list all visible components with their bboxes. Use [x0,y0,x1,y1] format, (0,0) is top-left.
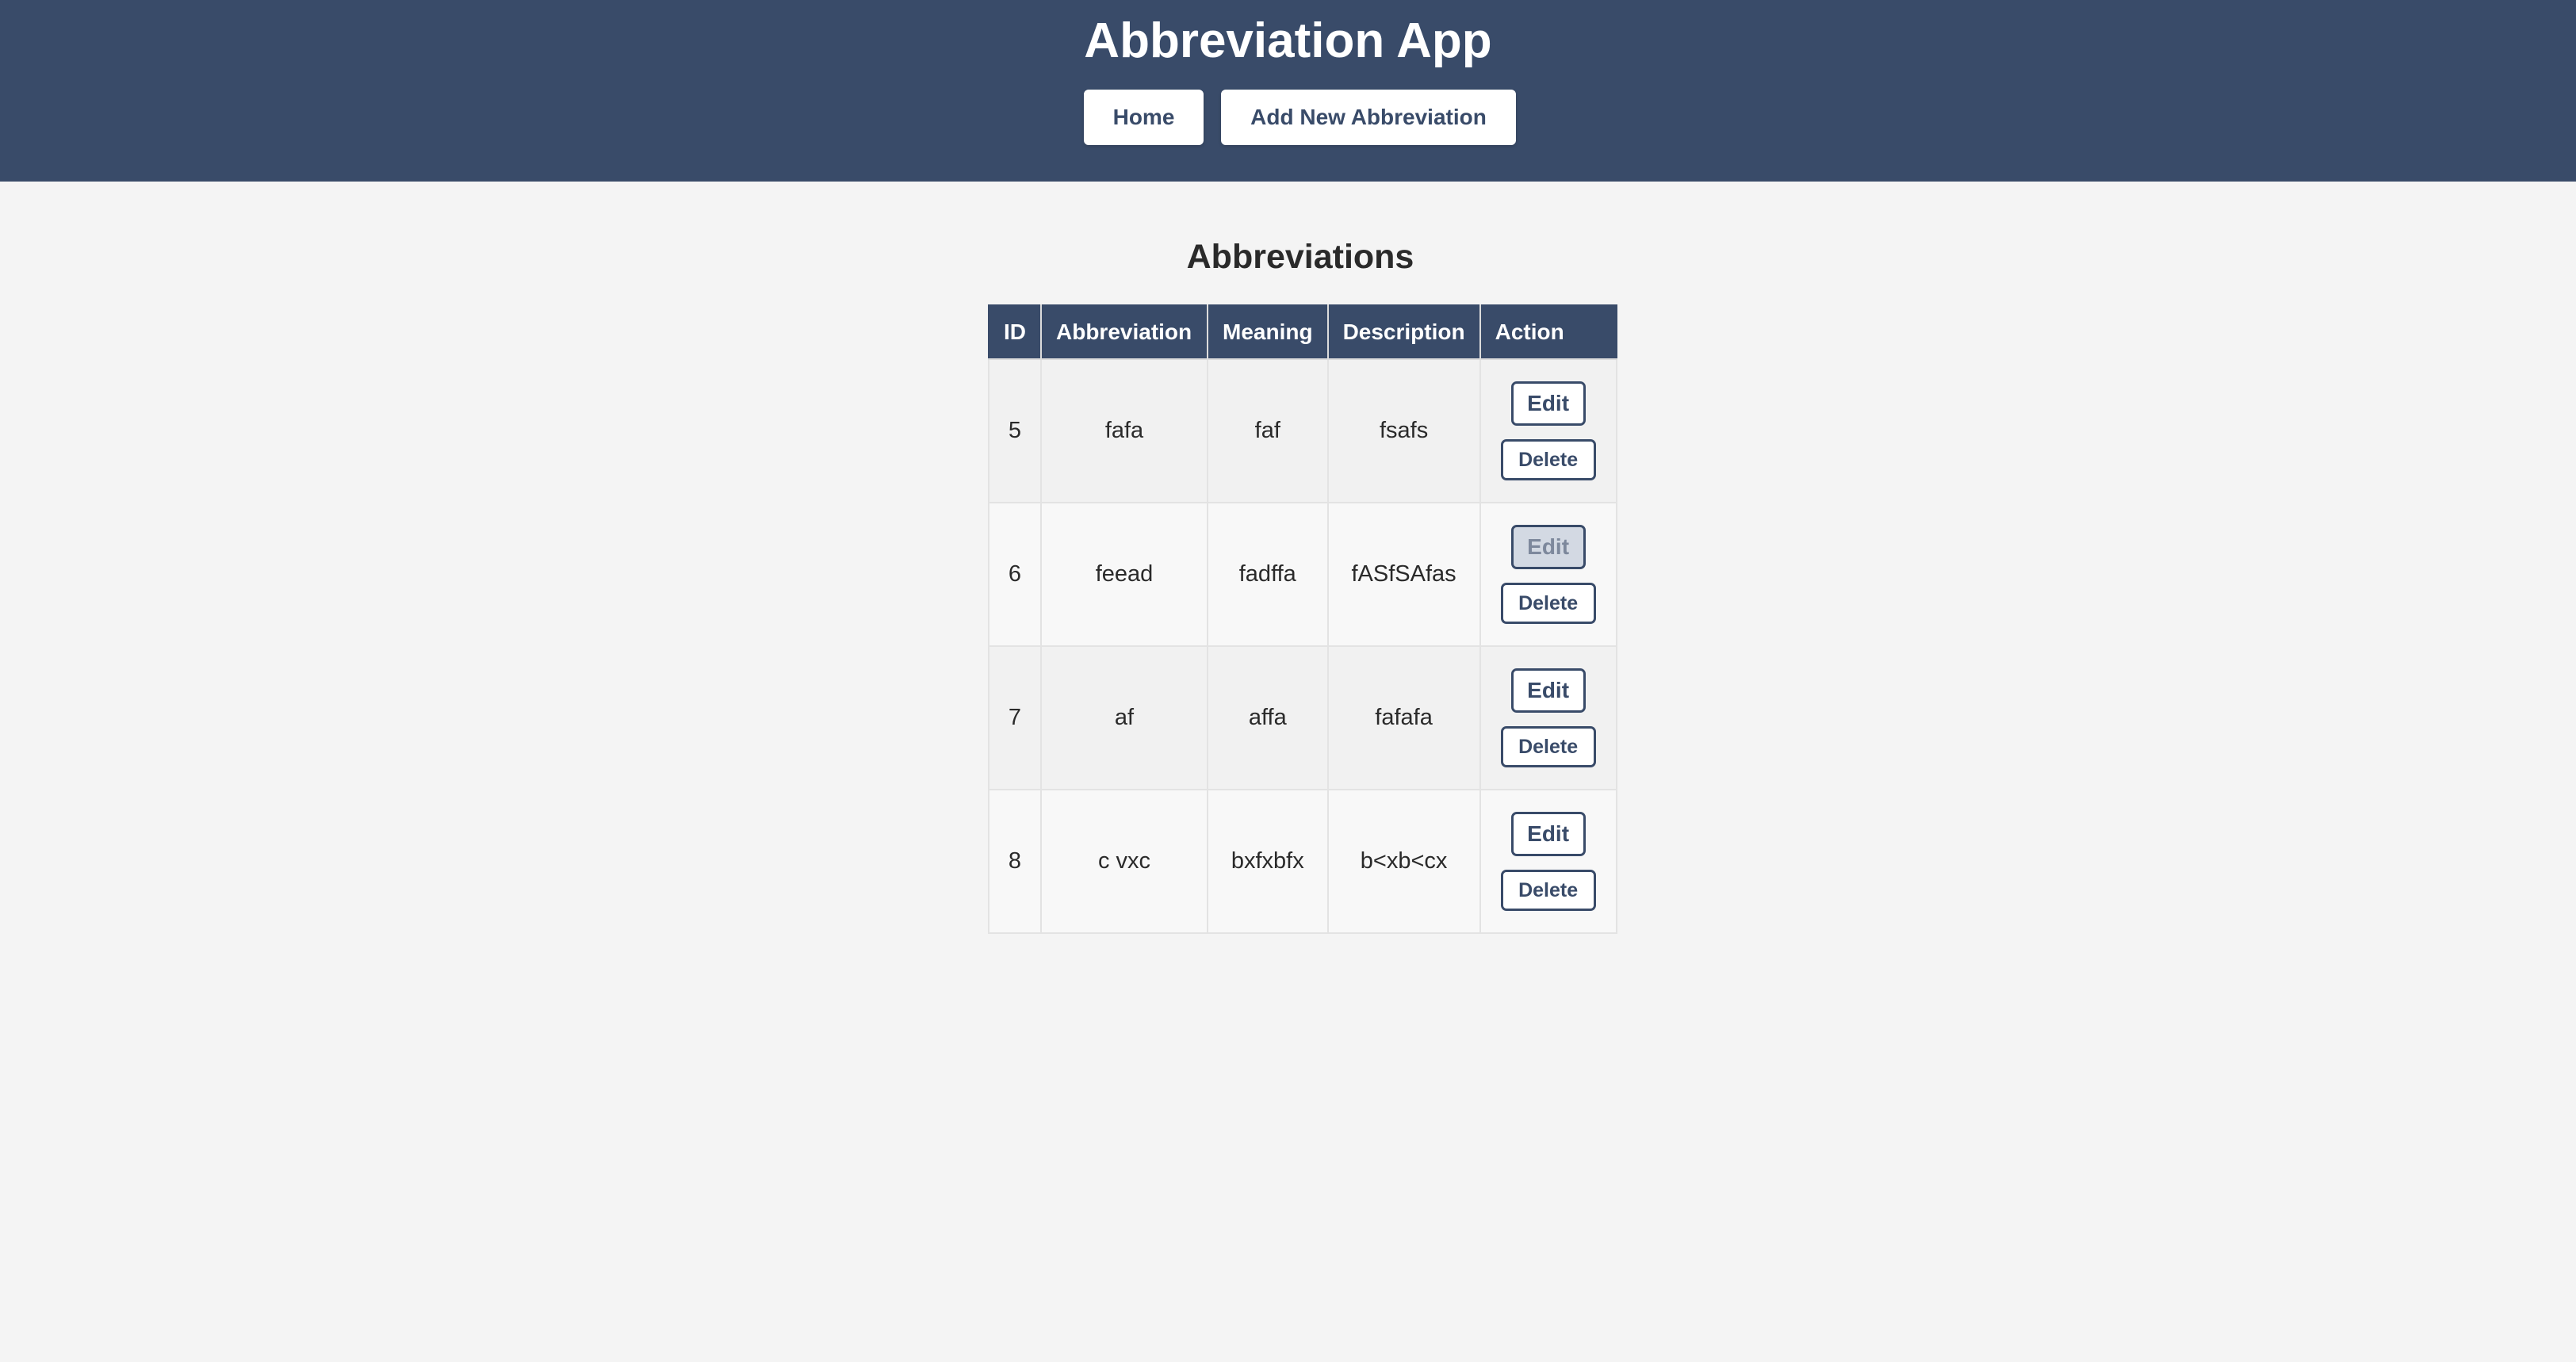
delete-button[interactable]: Delete [1500,439,1596,480]
delete-button[interactable]: Delete [1500,726,1596,767]
column-header-abbreviation: Abbreviation [1040,304,1208,360]
cell-id: 5 [988,358,1042,503]
cell-id: 6 [988,502,1042,647]
cell-meaning: faf [1207,358,1329,503]
edit-button[interactable]: Edit [1510,668,1586,713]
column-header-description: Description [1326,304,1481,360]
cell-abbreviation: fafa [1040,358,1208,503]
add-new-abbreviation-button[interactable]: Add New Abbreviation [1221,90,1516,145]
cell-action: Edit Delete [1479,502,1617,647]
column-header-id: ID [988,304,1042,360]
cell-meaning: affa [1207,645,1329,790]
column-header-meaning: Meaning [1207,304,1329,360]
cell-description: fASfSAfas [1326,502,1481,647]
edit-button[interactable]: Edit [1510,381,1586,426]
page-title: Abbreviations [1186,238,1414,276]
delete-button[interactable]: Delete [1500,583,1596,624]
app-header: Abbreviation App Home Add New Abbreviati… [0,0,2576,182]
cell-id: 8 [988,789,1042,934]
home-button[interactable]: Home [1084,90,1204,145]
cell-id: 7 [988,645,1042,790]
abbreviations-table: ID Abbreviation Meaning Description Acti… [988,304,1617,934]
edit-button[interactable]: Edit [1510,812,1586,856]
table-row: 6 feead fadffa fASfSAfas Edit Delete [988,502,1617,647]
delete-button[interactable]: Delete [1500,870,1596,911]
cell-description: fsafs [1326,358,1481,503]
table-row: 7 af affa fafafa Edit Delete [988,645,1617,790]
cell-description: b<xb<cx [1326,789,1481,934]
cell-action: Edit Delete [1479,645,1617,790]
column-header-action: Action [1479,304,1617,360]
cell-action: Edit Delete [1479,789,1617,934]
table-header-row: ID Abbreviation Meaning Description Acti… [988,304,1617,360]
cell-action: Edit Delete [1479,358,1617,503]
cell-meaning: bxfxbfx [1207,789,1329,934]
cell-meaning: fadffa [1207,502,1329,647]
app-title: Abbreviation App [1084,13,1492,68]
cell-description: fafafa [1326,645,1481,790]
table-row: 5 fafa faf fsafs Edit Delete [988,358,1617,503]
cell-abbreviation: af [1040,645,1208,790]
edit-button[interactable]: Edit [1510,525,1586,569]
cell-abbreviation: c vxc [1040,789,1208,934]
cell-abbreviation: feead [1040,502,1208,647]
table-row: 8 c vxc bxfxbfx b<xb<cx Edit Delete [988,789,1617,934]
